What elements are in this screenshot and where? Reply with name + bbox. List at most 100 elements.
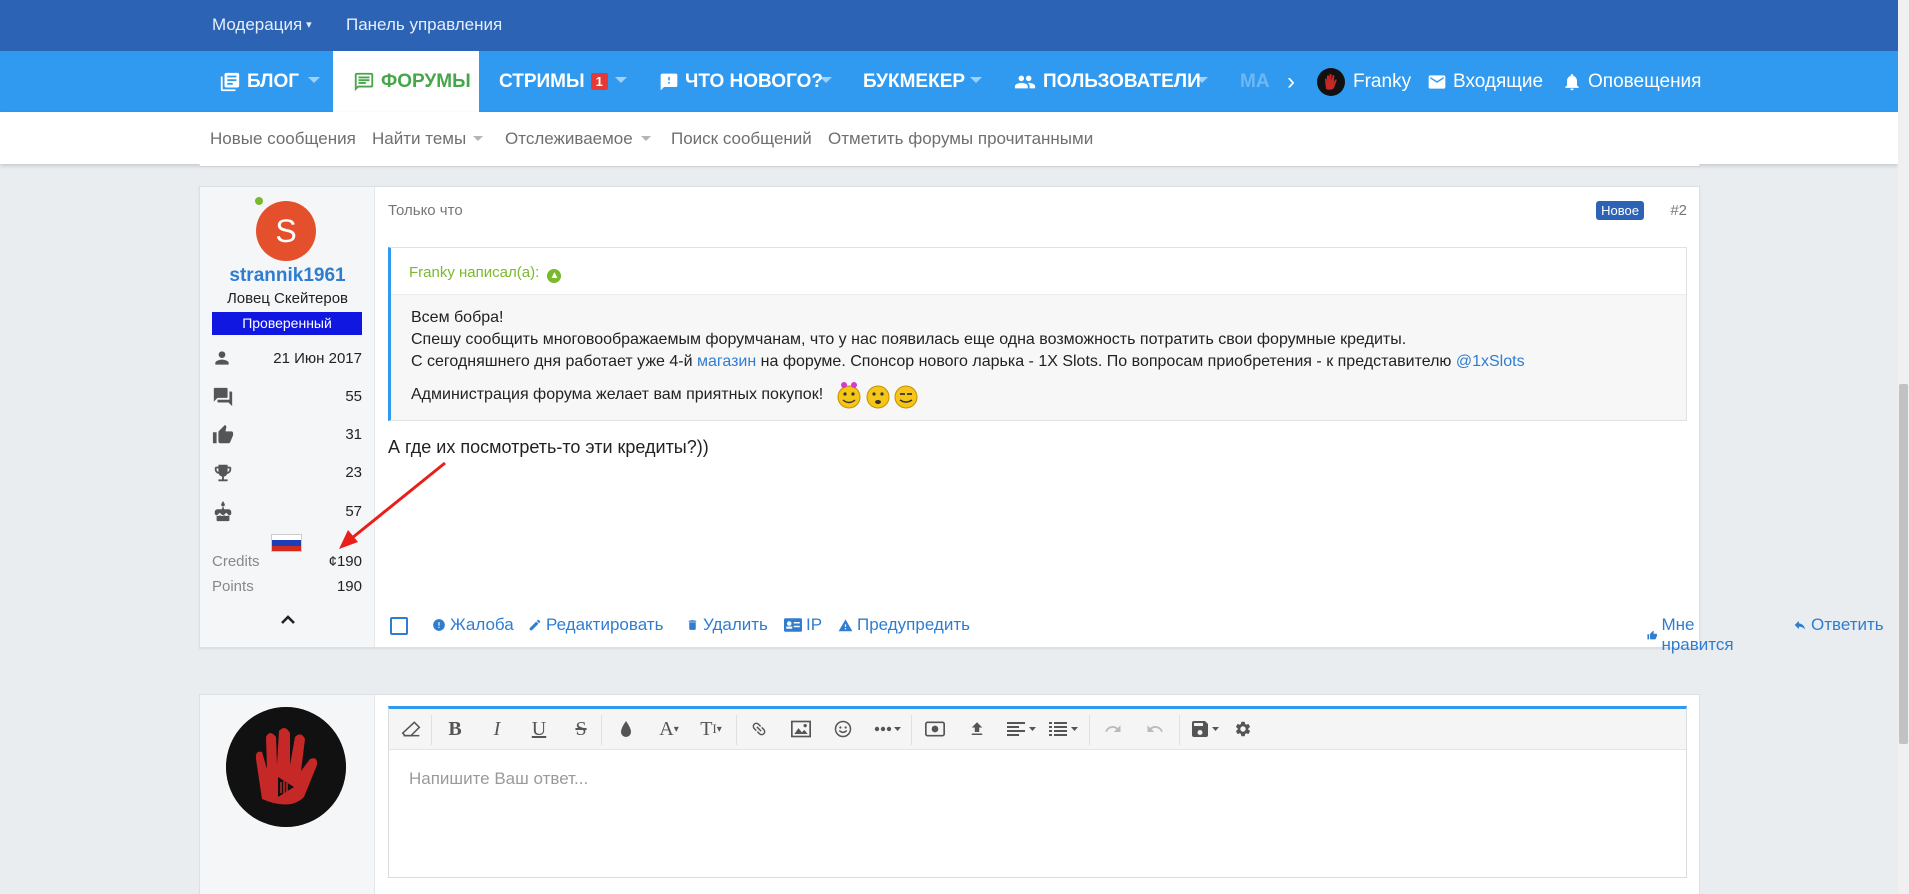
- streams-count-badge: 1: [590, 73, 608, 90]
- nav-inbox-label: Входящие: [1453, 70, 1544, 92]
- nav-account[interactable]: Franky: [1317, 51, 1411, 112]
- whats-new-dropdown-caret[interactable]: [820, 77, 832, 83]
- previous-post-edge: [199, 164, 1700, 167]
- font-family-icon[interactable]: A ▾: [652, 717, 686, 741]
- stat-likes: 31: [212, 422, 362, 448]
- editor-toolbar: B I U S A ▾ T I ▾: [389, 709, 1686, 750]
- list-icon[interactable]: [1047, 717, 1081, 741]
- control-panel-link[interactable]: Панель управления: [346, 15, 502, 35]
- font-size-icon[interactable]: T I ▾: [694, 717, 728, 741]
- gear-icon[interactable]: [1231, 717, 1255, 741]
- save-draft-icon[interactable]: [1189, 717, 1223, 741]
- subnav-mark-read[interactable]: Отметить форумы прочитанными: [828, 129, 1093, 149]
- delete-button[interactable]: Удалить: [686, 615, 768, 635]
- post-card: S strannik1961 Ловец Скейтеров Проверенн…: [199, 186, 1884, 654]
- post-username[interactable]: strannik1961: [200, 265, 375, 287]
- bookmaker-dropdown-caret[interactable]: [970, 77, 982, 83]
- link-icon[interactable]: [747, 717, 771, 741]
- quick-reply: B I U S A ▾ T I ▾ Напишите Ваш ответ...: [199, 694, 1700, 894]
- reply-input[interactable]: Напишите Ваш ответ...: [409, 769, 588, 789]
- shop-link[interactable]: магазин: [697, 353, 756, 370]
- users-dropdown-caret[interactable]: [1196, 77, 1208, 83]
- nav-inbox[interactable]: Входящие: [1427, 51, 1543, 112]
- upload-icon[interactable]: [965, 717, 989, 741]
- select-post-checkbox[interactable]: [390, 617, 408, 635]
- strikethrough-icon[interactable]: S: [569, 717, 593, 741]
- like-label: Мне нравится: [1661, 615, 1734, 654]
- chevron-up-icon[interactable]: [280, 613, 296, 625]
- quote-header[interactable]: Franky написал(а): ▲: [391, 248, 1686, 295]
- smiley-icon[interactable]: [831, 717, 855, 741]
- nav-streams[interactable]: Стримы 1: [499, 51, 608, 112]
- quote-line: Администрация форума желает вам приятных…: [411, 379, 1666, 411]
- color-drop-icon[interactable]: [614, 717, 638, 741]
- exclamation-circle-icon: [433, 619, 445, 631]
- more-options-icon[interactable]: [871, 717, 905, 741]
- credits-value: ¢190: [328, 553, 362, 570]
- warn-label: Предупредить: [857, 615, 970, 634]
- nav-scroll-right[interactable]: ›: [1287, 51, 1295, 112]
- watched-caret[interactable]: [641, 136, 651, 141]
- nav-more-faded[interactable]: МА: [1240, 51, 1270, 112]
- underline-icon[interactable]: U: [527, 717, 551, 741]
- joined-date: 21 Июн 2017: [273, 350, 362, 367]
- subnav-find-threads[interactable]: Найти темы: [372, 129, 466, 149]
- subnav-watched[interactable]: Отслеживаемое: [505, 129, 633, 149]
- image-icon[interactable]: [789, 717, 813, 741]
- italic-icon[interactable]: I: [485, 717, 509, 741]
- post-number[interactable]: #2: [1670, 202, 1687, 219]
- avatar[interactable]: [226, 707, 346, 827]
- scrollbar-thumb[interactable]: [1899, 384, 1908, 744]
- page-scrollbar[interactable]: [1898, 0, 1909, 894]
- nav-forums[interactable]: Форумы: [333, 51, 479, 112]
- warning-triangle-icon: [838, 619, 853, 632]
- report-button[interactable]: Жалоба: [432, 615, 514, 635]
- redo-icon[interactable]: [1143, 717, 1167, 741]
- nav-users[interactable]: Пользователи: [1013, 51, 1201, 112]
- sub-nav: Новые сообщения Найти темы Отслеживаемое…: [0, 112, 1898, 164]
- toolbar-separator: [1179, 715, 1180, 745]
- post-actions: Жалоба Редактировать Удалить IP Предупре…: [376, 615, 1884, 654]
- media-icon[interactable]: [923, 717, 947, 741]
- nav-whats-new[interactable]: Что нового?: [659, 51, 823, 112]
- toolbar-separator: [1089, 715, 1090, 745]
- edit-button[interactable]: Редактировать: [528, 615, 663, 635]
- moderation-menu[interactable]: Модерация ▾: [212, 15, 312, 35]
- stat-age: 57: [212, 499, 362, 525]
- editor: B I U S A ▾ T I ▾ Напишите Ваш ответ...: [388, 706, 1687, 878]
- reply-label: Ответить: [1811, 615, 1884, 634]
- envelope-icon: [1428, 74, 1446, 89]
- nav-alerts-label: Оповещения: [1588, 70, 1702, 92]
- subnav-search-posts[interactable]: Поиск сообщений: [671, 129, 812, 149]
- bold-icon[interactable]: B: [443, 717, 467, 741]
- ip-label: IP: [806, 615, 823, 634]
- post-time[interactable]: Только что: [388, 202, 463, 219]
- nav-blog[interactable]: Блог: [219, 51, 299, 112]
- reply-user-pane: [200, 695, 375, 894]
- trophy-icon: [214, 464, 232, 482]
- delete-label: Удалить: [703, 615, 768, 634]
- align-icon[interactable]: [1005, 717, 1039, 741]
- report-label: Жалоба: [450, 615, 514, 634]
- like-button[interactable]: Мне нравится: [1647, 615, 1738, 655]
- user-title: Ловец Скейтеров: [226, 290, 349, 307]
- mention-link[interactable]: @1xSlots: [1456, 353, 1525, 370]
- quote-line: Спешу сообщить многовоображаемым форумча…: [411, 331, 1407, 348]
- online-status-dot: [253, 195, 265, 207]
- edit-label: Редактировать: [546, 615, 664, 634]
- streams-dropdown-caret[interactable]: [615, 77, 627, 83]
- eraser-icon[interactable]: [399, 717, 423, 741]
- undo-icon[interactable]: [1101, 717, 1125, 741]
- russia-flag-icon: [271, 534, 302, 552]
- bell-icon: [1565, 73, 1579, 90]
- nav-bookmaker[interactable]: Букмекер: [863, 51, 965, 112]
- blog-dropdown-caret[interactable]: [308, 77, 320, 83]
- nav-alerts[interactable]: Оповещения: [1562, 51, 1701, 112]
- reply-button[interactable]: Ответить: [1793, 615, 1884, 635]
- find-threads-caret[interactable]: [473, 136, 483, 141]
- avatar[interactable]: S: [256, 201, 316, 261]
- ip-button[interactable]: IP: [784, 615, 822, 635]
- subnav-new-posts[interactable]: Новые сообщения: [210, 129, 356, 149]
- chevron-down-icon: ▾: [306, 19, 312, 31]
- warn-button[interactable]: Предупредить: [838, 615, 970, 635]
